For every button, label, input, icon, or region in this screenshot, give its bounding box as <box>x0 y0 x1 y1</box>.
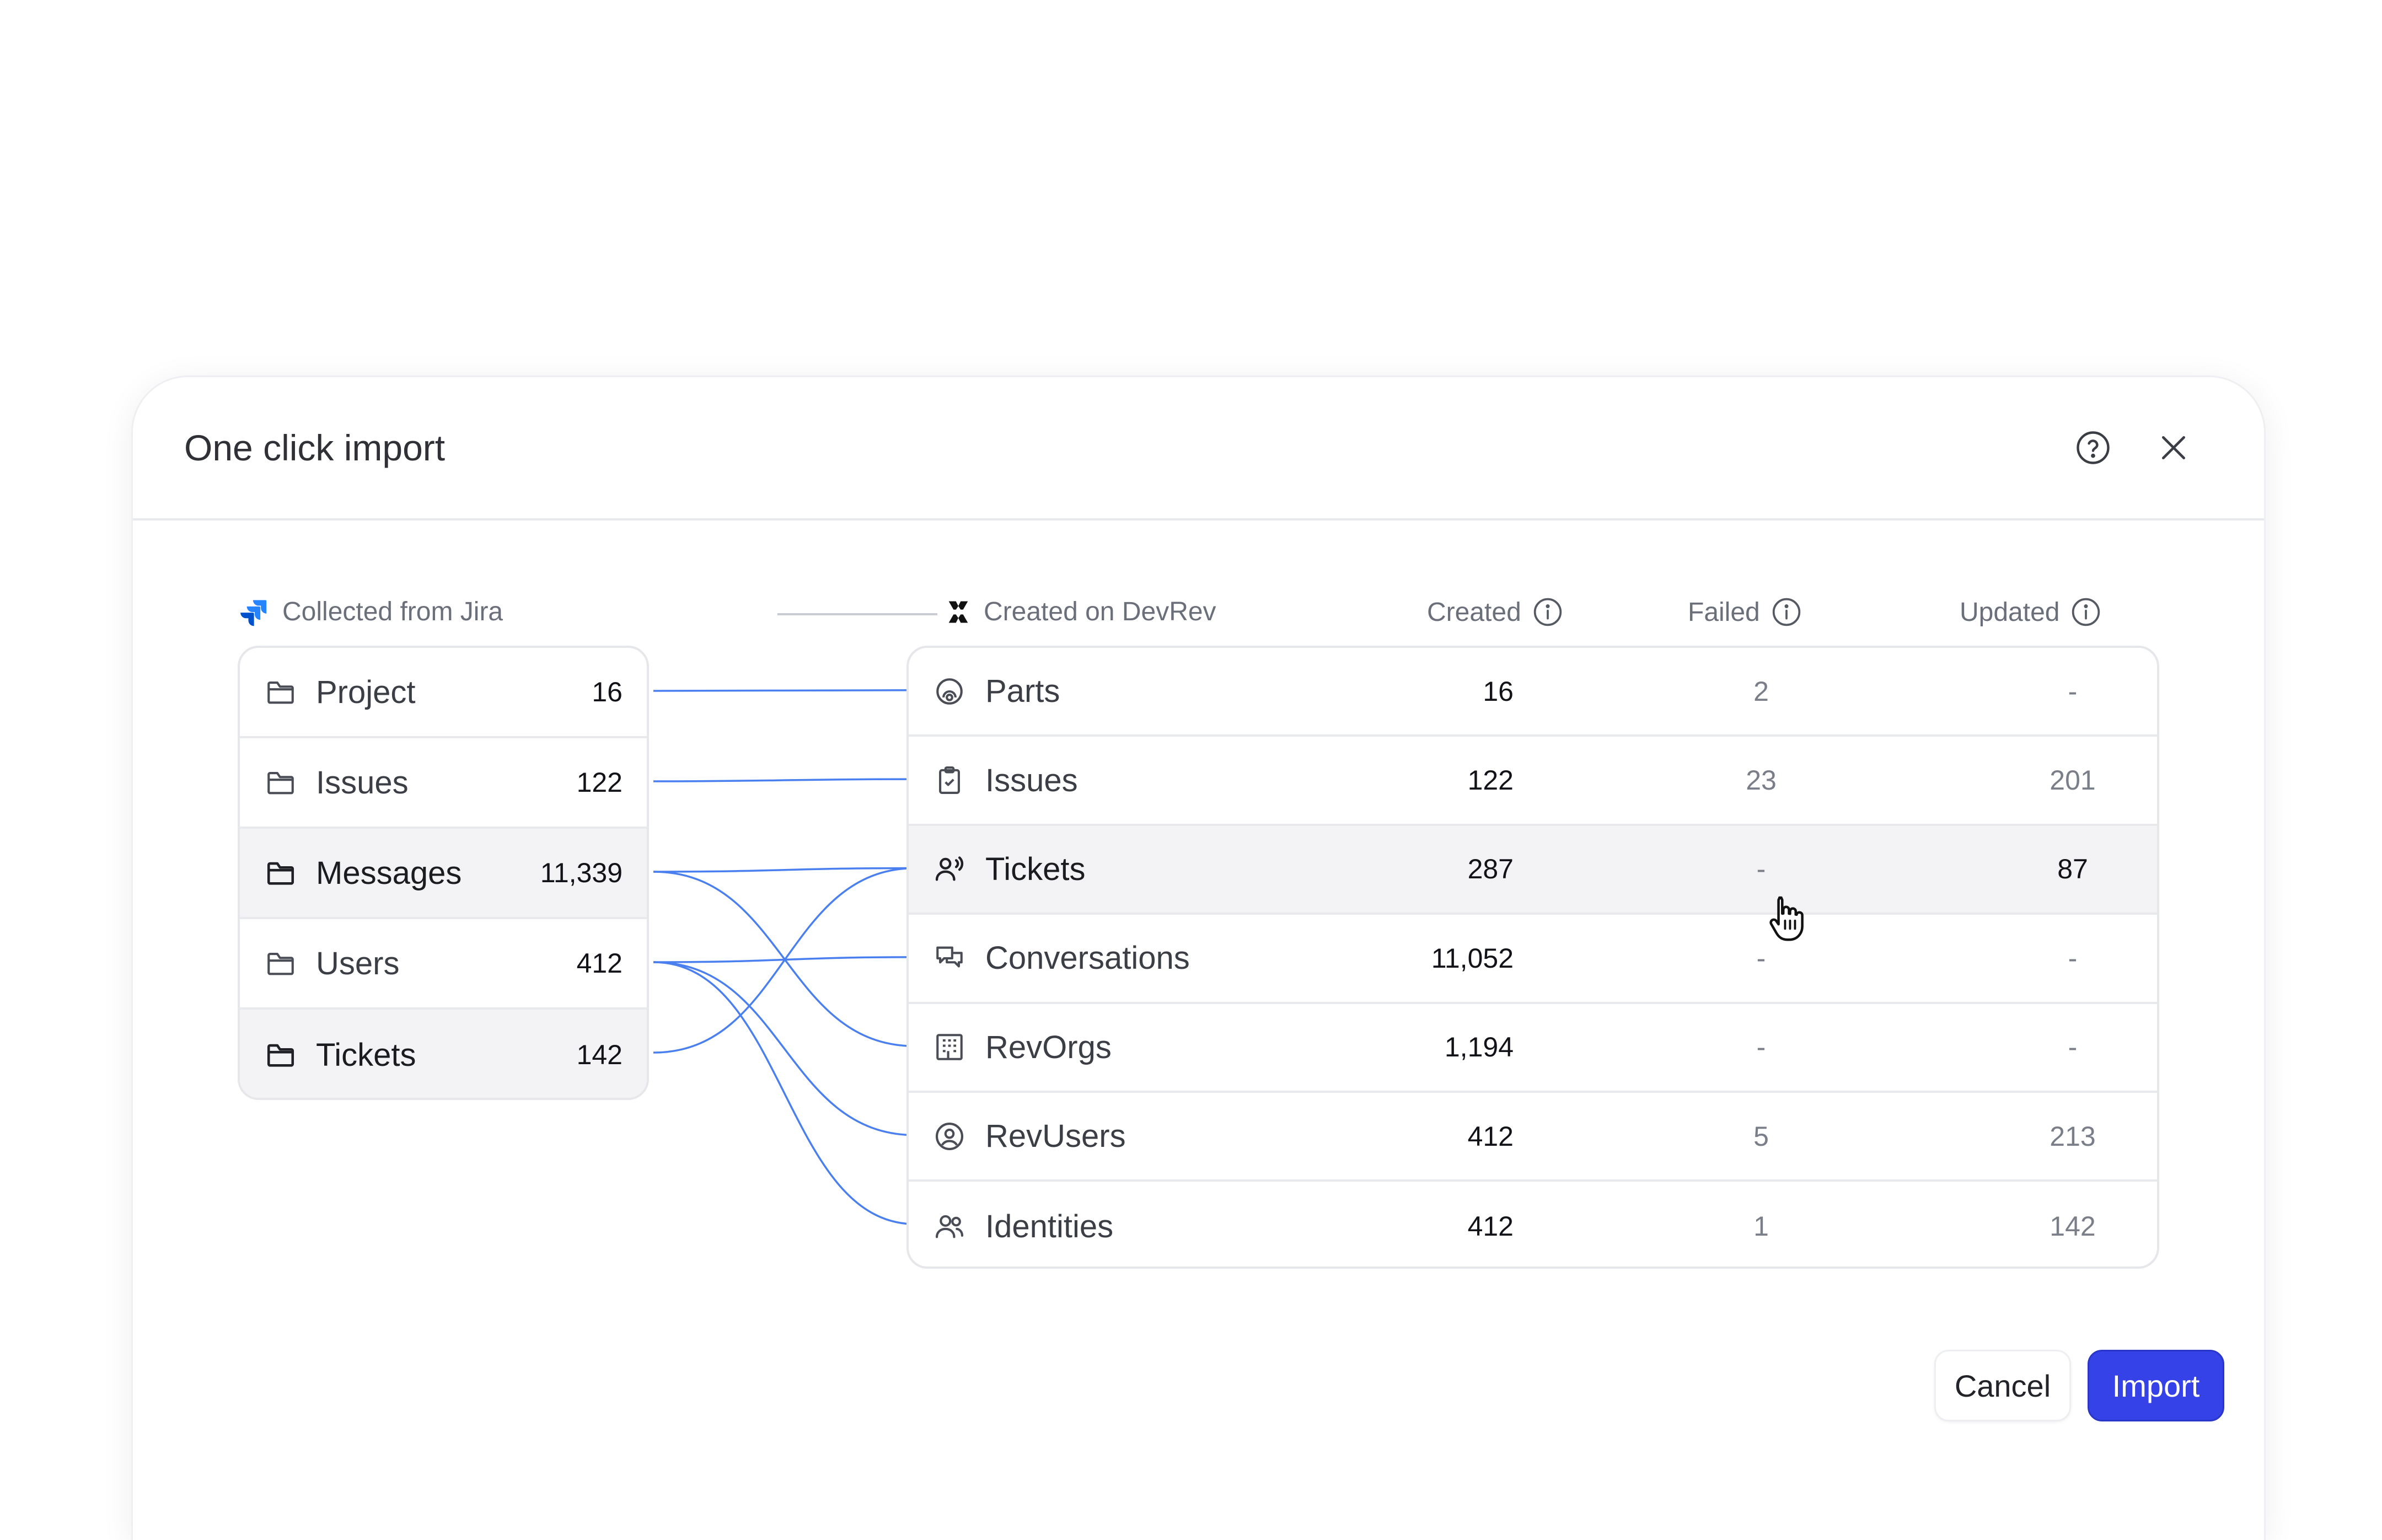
destination-heading-label: Created on DevRev <box>984 597 1216 626</box>
folder-icon <box>264 675 297 709</box>
source-row[interactable]: Messages 11,339 <box>240 829 647 919</box>
created-column-label: Created <box>1427 597 1521 627</box>
source-row[interactable]: Users 412 <box>240 919 647 1010</box>
info-icon[interactable] <box>2070 597 2101 627</box>
failed-cell: 23 <box>1746 765 1777 796</box>
source-row-count: 122 <box>576 767 623 798</box>
updated-cell: 201 <box>2050 765 2096 796</box>
updated-cell: - <box>2068 675 2078 707</box>
source-row[interactable]: Issues 122 <box>240 738 647 829</box>
failed-cell: - <box>1756 942 1766 974</box>
close-button[interactable] <box>2152 426 2196 470</box>
folder-icon <box>264 1038 297 1071</box>
failed-cell: 1 <box>1753 1211 1769 1242</box>
destination-row-label: Issues <box>985 762 1078 798</box>
created-cell: 412 <box>1467 1211 1514 1242</box>
destination-row-label: Conversations <box>985 940 1190 976</box>
created-cell: 16 <box>1483 675 1514 707</box>
source-row-label: Users <box>316 945 400 981</box>
created-cell: 122 <box>1467 765 1514 796</box>
help-circle-icon <box>2077 431 2110 464</box>
destination-row[interactable]: Parts 16 2 - <box>909 648 2157 737</box>
updated-column-header: Updated <box>1960 597 2101 627</box>
import-button[interactable]: Import <box>2088 1350 2224 1421</box>
clipboard-check-icon <box>933 764 966 797</box>
destination-row-label: Parts <box>985 673 1060 710</box>
destination-row-label: Identities <box>985 1208 1114 1244</box>
failed-cell: 5 <box>1753 1120 1769 1152</box>
source-row[interactable]: Project 16 <box>240 648 647 738</box>
destination-row-label: RevOrgs <box>985 1029 1112 1065</box>
updated-column-label: Updated <box>1960 597 2060 627</box>
created-cell: 1,194 <box>1444 1032 1514 1063</box>
created-cell: 287 <box>1467 854 1514 885</box>
source-row-count: 16 <box>592 677 623 707</box>
building-icon <box>933 1031 966 1064</box>
parts-icon <box>933 675 966 708</box>
updated-cell: - <box>2068 942 2078 974</box>
destination-row[interactable]: Conversations 11,052 - - <box>909 915 2157 1004</box>
created-cell: 11,052 <box>1431 942 1514 974</box>
info-icon[interactable] <box>1532 597 1563 627</box>
updated-cell: 213 <box>2050 1120 2096 1152</box>
dialog-header: One click import <box>133 377 2264 521</box>
help-button[interactable] <box>2071 426 2115 470</box>
destination-row[interactable]: Tickets 287 - 87 <box>909 825 2157 915</box>
failed-cell: - <box>1756 854 1766 885</box>
destination-row[interactable]: RevUsers 412 5 213 <box>909 1093 2157 1182</box>
failed-column-header: Failed <box>1688 597 1802 627</box>
source-row-label: Project <box>316 674 416 710</box>
source-row-count: 412 <box>576 948 623 979</box>
users-icon <box>933 1210 966 1243</box>
source-row-label: Messages <box>316 855 462 891</box>
source-row-count: 142 <box>576 1039 623 1070</box>
source-heading-label: Collected from Jira <box>282 597 503 626</box>
source-row-label: Issues <box>316 764 409 801</box>
destination-row[interactable]: RevOrgs 1,194 - - <box>909 1004 2157 1093</box>
hand-cursor-icon <box>1769 896 1804 941</box>
source-row[interactable]: Tickets 142 <box>240 1010 647 1098</box>
jira-logo-icon <box>240 599 267 626</box>
updated-cell: - <box>2068 1032 2078 1063</box>
destination-table: Parts 16 2 - Issues 122 23 201 Tickets 2… <box>906 646 2159 1269</box>
folder-icon <box>264 766 297 799</box>
user-voice-icon <box>933 852 966 886</box>
cancel-button[interactable]: Cancel <box>1934 1350 2071 1421</box>
created-cell: 412 <box>1467 1120 1514 1152</box>
updated-cell: 142 <box>2050 1211 2096 1242</box>
destination-row-label: RevUsers <box>985 1118 1126 1155</box>
destination-row[interactable]: Issues 122 23 201 <box>909 737 2157 826</box>
created-column-header: Created <box>1427 597 1563 627</box>
user-circle-icon <box>933 1120 966 1153</box>
folder-icon <box>264 947 297 980</box>
failed-cell: 2 <box>1753 675 1769 707</box>
source-heading: Collected from Jira <box>240 597 503 627</box>
destination-row[interactable]: Identities 412 1 142 <box>909 1182 2157 1267</box>
failed-cell: - <box>1756 1032 1766 1063</box>
source-row-count: 11,339 <box>540 857 623 888</box>
close-icon <box>2162 436 2185 459</box>
failed-column-label: Failed <box>1688 597 1760 627</box>
source-row-label: Tickets <box>316 1037 416 1073</box>
info-icon[interactable] <box>1771 597 1802 627</box>
destination-row-label: Tickets <box>985 851 1086 887</box>
updated-cell: 87 <box>2057 854 2088 885</box>
folder-icon <box>264 856 297 889</box>
devrev-logo-icon <box>948 601 968 623</box>
destination-heading: Created on DevRev <box>944 597 1216 627</box>
chat-bubbles-icon <box>933 942 966 975</box>
source-table: Project 16 Issues 122 Messages 11,339 Us… <box>238 646 649 1100</box>
dialog-title: One click import <box>184 427 446 468</box>
